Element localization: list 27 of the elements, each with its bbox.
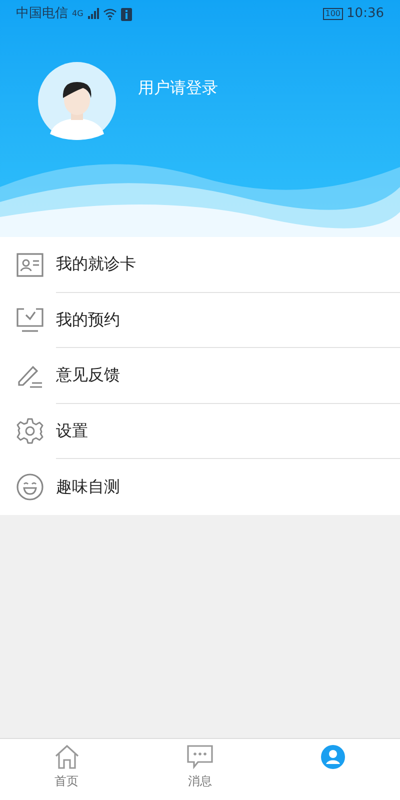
wifi-icon — [103, 8, 118, 20]
notification-icon — [121, 8, 132, 20]
home-icon — [54, 744, 80, 770]
menu-label: 我的就诊卡 — [56, 253, 136, 276]
battery-level: 100 — [323, 8, 343, 20]
menu-label: 趣味自测 — [56, 476, 120, 498]
monitor-check-icon — [16, 307, 44, 334]
clock-time: 10:36 — [346, 5, 384, 24]
menu-item[interactable]: 趣味自测 — [0, 459, 400, 514]
network-type: 4G — [72, 8, 84, 20]
chat-icon — [186, 744, 214, 770]
tab[interactable]: 消息 — [133, 739, 267, 800]
menu-item[interactable]: 我的预约 — [0, 292, 400, 348]
tab[interactable]: 首页 — [0, 739, 134, 800]
carrier-name: 中国电信 — [16, 5, 68, 24]
menu-item[interactable]: 设置 — [0, 404, 400, 459]
menu-label: 意见反馈 — [56, 364, 120, 386]
signal-icon — [87, 8, 100, 20]
menu-label: 我的预约 — [56, 308, 120, 331]
menu-label: 设置 — [56, 420, 88, 442]
smiley-icon — [16, 472, 44, 501]
id-card-icon — [16, 252, 44, 278]
menu-item[interactable]: 我的就诊卡 — [0, 237, 400, 292]
menu-item[interactable]: 意见反馈 — [0, 348, 400, 404]
settings-icon — [16, 417, 44, 446]
avatar-icon[interactable] — [38, 62, 116, 140]
person-icon — [320, 744, 346, 770]
